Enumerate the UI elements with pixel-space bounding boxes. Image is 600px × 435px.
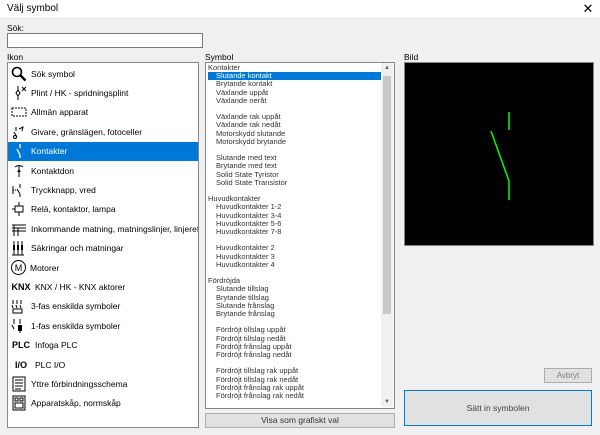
icon-category-item[interactable]: M Motorer [8,258,198,277]
icon-category-label: Sök symbol [31,68,75,79]
icon-category-label: Motorer [30,262,60,273]
icon-category-item[interactable]: 3-fas enskilda symboler [8,297,198,316]
icon-category-label: KNX / HK - KNX aktorer [35,281,126,292]
icon-category-label: Säkringar och matningar [31,243,124,254]
contact-icon [11,143,27,159]
icon-category-label: Givare, gränslägen, fotoceller [31,126,143,137]
fuse-icon [11,240,27,256]
symbol-panel-label: Symbol [205,52,234,62]
icon-category-item[interactable]: Plint / HK - spridningsplint [8,83,198,102]
icon-category-label: 3-fas enskilda symboler [31,301,121,312]
icon-category-label: PLC I/O [35,359,66,370]
three-phase-icon [11,298,27,314]
icon-category-item[interactable]: KNX KNX / HK - KNX aktorer [8,277,198,296]
supply-lines-icon [11,221,27,237]
preview-panel-label: Bild [404,52,419,62]
icon-category-label: 1-fas enskilda symboler [31,320,121,331]
relay-icon [11,201,27,217]
symbol-list-item[interactable]: Huvudkontakter 7-8 [216,228,281,236]
icon-category-item[interactable]: Kontaktdon [8,161,198,180]
cabinet-icon [11,395,27,411]
magnifier-icon [11,66,27,82]
pushbutton-icon [11,182,27,198]
icon-category-item[interactable]: Tryckknapp, vred [8,180,198,199]
cancel-button[interactable]: Avbryt [544,368,592,383]
symbol-list-item[interactable]: Brytande frånslag [216,310,275,318]
symbol-preview [404,62,594,246]
scroll-up-icon[interactable]: ▲ [381,63,393,73]
icon-category-label: Kontakter [31,146,68,157]
scrollbar-thumb[interactable] [383,76,391,314]
title-bar [0,0,600,19]
icon-category-label: Inkommande matning, matningslinjer, linj… [31,223,199,234]
sensor-icon [11,124,27,140]
close-icon[interactable]: ✕ [578,1,598,17]
insert-symbol-button[interactable]: Sätt in symbolen [404,390,592,426]
icon-category-item[interactable]: PLC Infoga PLC [8,336,198,355]
icon-category-label: Tryckknapp, vred [31,184,96,195]
icon-category-item[interactable]: Allmän apparat [8,103,198,122]
icon-panel-label: Ikon [7,52,24,62]
show-graphic-button[interactable]: Visa som grafiskt val [205,413,395,428]
connector-icon [11,163,27,179]
icon-category-item[interactable]: Säkringar och matningar [8,239,198,258]
motor-icon: M [11,260,26,275]
symbol-list-item[interactable]: Fördröjt frånslag rak nedåt [216,392,304,400]
symbol-list[interactable]: Kontakter Slutande kontakt Brytande kontak… [205,62,395,409]
terminal-icon [11,85,27,101]
wiring-diagram-icon [11,376,27,392]
window-title: Välj symbol [7,3,59,14]
symbol-list-item[interactable]: Växlande neråt [216,96,266,105]
search-label: Sök: [7,23,25,33]
icon-category-item[interactable]: I/O PLC I/O [8,355,198,374]
scroll-down-icon[interactable]: ▼ [381,397,393,407]
icon-category-item[interactable]: Relä, kontaktor, lampa [8,200,198,219]
closing-contact-preview-icon [490,112,510,200]
icon-category-label: Plint / HK - spridningsplint [31,87,129,98]
icon-category-item[interactable]: Inkommande matning, matningslinjer, linj… [8,219,198,238]
icon-category-label: Relä, kontaktor, lampa [31,204,116,215]
icon-category-list[interactable]: Sök symbol Plint / HK - spridningsplint Al… [7,62,199,428]
icon-category-item[interactable]: Sök symbol [8,64,198,83]
icon-category-item[interactable]: Kontakter [8,141,198,161]
icon-category-label: Allmän apparat [31,107,89,118]
symbol-list-item[interactable]: Motorskydd brytande [216,137,286,146]
icon-category-item[interactable]: Yttre förbindningsschema [8,374,198,393]
icon-category-item[interactable]: Apparatskåp, normskåp [8,394,198,413]
icon-category-label: Kontaktdon [31,165,75,176]
single-phase-icon [11,318,27,334]
icon-category-item[interactable]: Givare, gränslägen, fotoceller [8,122,198,141]
icon-category-label: Apparatskåp, normskåp [31,398,121,409]
device-box-icon [11,104,27,120]
plc-io-icon: I/O [14,359,27,370]
plc-icon: PLC [12,340,30,351]
symbol-list-item[interactable]: Huvudkontakter 4 [216,260,275,269]
symbol-list-item[interactable]: Solid State Transistor [216,178,287,187]
icon-category-item[interactable]: 1-fas enskilda symboler [8,316,198,335]
knx-icon: KNX [11,281,31,292]
icon-category-label: Yttre förbindningsschema [31,378,128,389]
search-input[interactable] [7,33,203,48]
symbol-list-item[interactable]: Fördröjt frånslag nedåt [216,351,291,359]
icon-category-label: Infoga PLC [35,340,78,351]
